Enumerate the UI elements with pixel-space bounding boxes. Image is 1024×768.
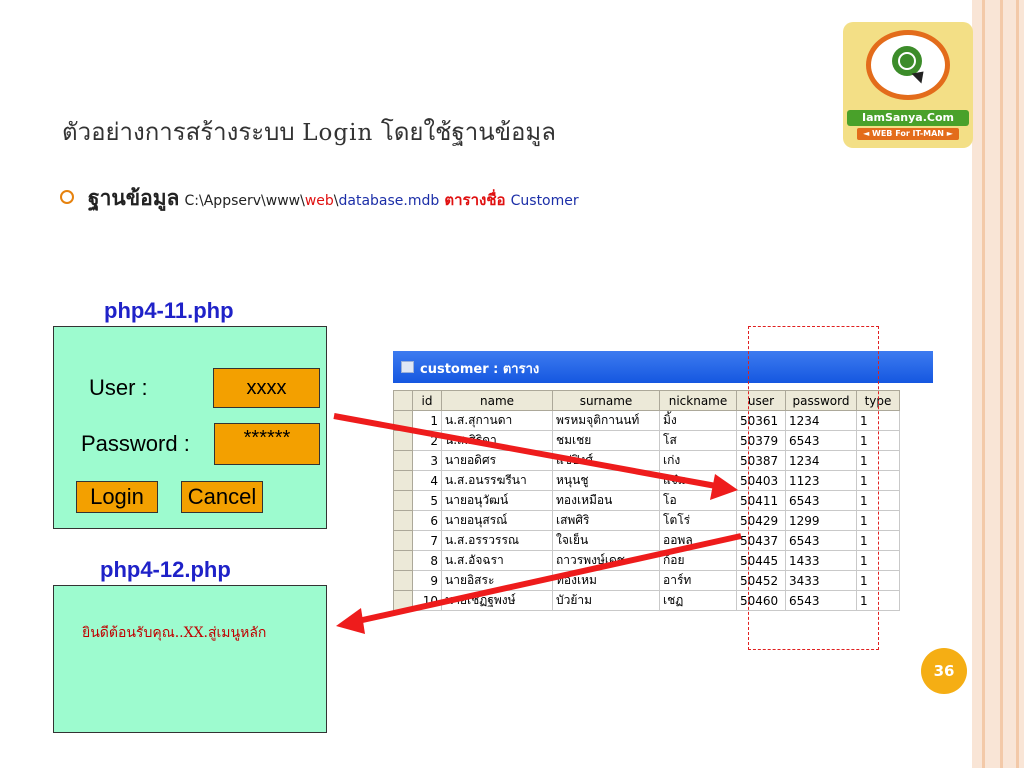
arrow-table-to-welcome (336, 533, 742, 634)
arrow-login-to-table (333, 413, 738, 500)
flow-arrows (333, 413, 742, 634)
page-number: 36 (921, 648, 967, 694)
